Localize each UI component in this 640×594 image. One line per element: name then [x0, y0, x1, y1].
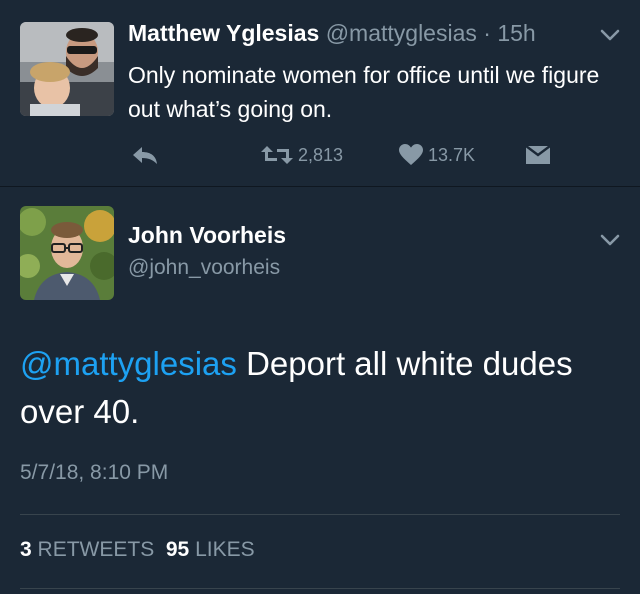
tweet-timestamp[interactable]: 5/7/18, 8:10 PM	[20, 461, 168, 485]
retweets-stat[interactable]: 3 RETWEETS	[20, 538, 154, 561]
direct-message-button[interactable]	[524, 140, 552, 170]
stats-divider-top	[20, 514, 620, 515]
like-button[interactable]: 13.7K	[398, 140, 475, 170]
tweet-text: @mattyglesias Deport all white dudes ove…	[20, 340, 620, 436]
author-handle[interactable]: @john_voorheis	[128, 256, 280, 280]
avatar[interactable]	[20, 206, 114, 300]
direct-message-icon	[525, 145, 551, 164]
tweet-stats: 3 RETWEETS 95 LIKES	[20, 538, 255, 562]
likes-stat[interactable]: 95 LIKES	[166, 538, 255, 561]
mention-link[interactable]: @mattyglesias	[20, 345, 237, 382]
retweet-icon	[261, 146, 293, 164]
reply-icon	[133, 147, 157, 164]
heart-icon	[399, 144, 423, 165]
retweets-label: RETWEETS	[37, 538, 155, 561]
author-name[interactable]: John Voorheis	[128, 222, 286, 249]
author-handle[interactable]: @mattyglesias	[326, 20, 477, 46]
like-count: 95	[165, 538, 190, 561]
reply-button[interactable]	[130, 140, 160, 170]
avatar[interactable]	[20, 22, 114, 116]
retweet-count: 2,813	[298, 144, 344, 165]
tweet-age[interactable]: 15h	[497, 20, 535, 46]
author-name[interactable]: Matthew Yglesias	[128, 20, 319, 46]
tweet-header: Matthew Yglesias @mattyglesias · 15h	[128, 20, 536, 47]
like-count: 13.7K	[428, 144, 476, 165]
chevron-down-icon[interactable]	[598, 27, 622, 43]
stats-divider-bottom	[20, 588, 620, 589]
tweet-divider	[0, 186, 640, 187]
chevron-down-icon[interactable]	[598, 232, 622, 248]
retweet-button[interactable]: 2,813	[260, 140, 343, 170]
separator: ·	[483, 20, 491, 46]
tweet-text: Only nominate women for office until we …	[128, 62, 600, 122]
retweet-count: 3	[20, 538, 32, 561]
likes-label: LIKES	[195, 538, 255, 561]
tweet-actions: 2,813 13.7K	[0, 140, 640, 170]
tweet-matthew-yglesias[interactable]: Matthew Yglesias @mattyglesias · 15h Onl…	[0, 0, 640, 186]
